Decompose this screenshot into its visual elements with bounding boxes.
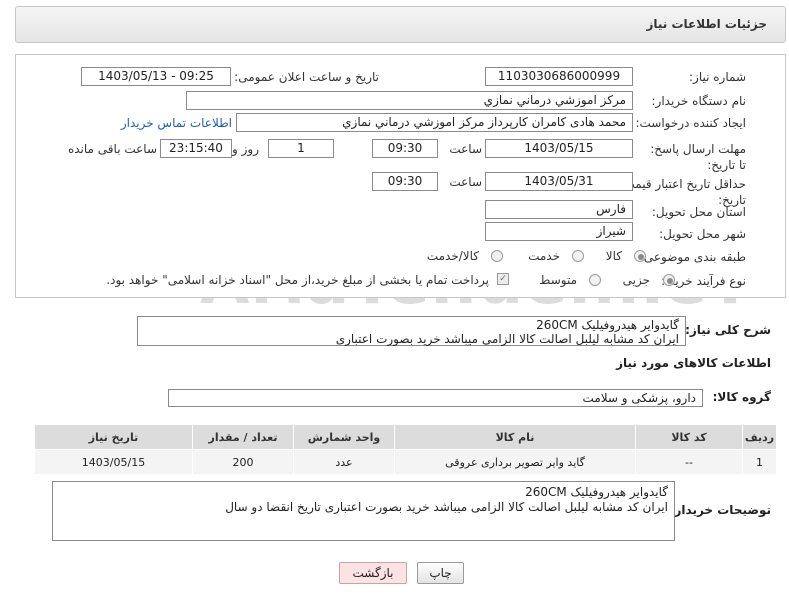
cell-unit: عدد	[293, 449, 395, 475]
reply-date-field[interactable]: 1403/05/15	[485, 139, 633, 158]
col-item-code: کد کالا	[635, 424, 743, 450]
details-header: جزئیات اطلاعات نیاز	[15, 6, 786, 43]
summary-line-2: ایران کد مشابه لیلبل اصالت کالا الزامی م…	[335, 332, 679, 346]
reply-time-field[interactable]: 09:30	[372, 139, 438, 158]
days-field[interactable]: 1	[268, 139, 334, 158]
category-radio-service[interactable]	[572, 250, 584, 262]
creator-field[interactable]: محمد هادی کامران کارپرداز مرکز اموزشي در…	[236, 113, 633, 132]
cell-row-no: 1	[742, 449, 777, 475]
print-button[interactable]: چاپ	[417, 562, 464, 584]
announce-date-field[interactable]: 1403/05/13 - 09:25	[81, 67, 231, 86]
buyer-notes-line-2: ایران کد مشابه لیلبل اصالت کالا الزامی م…	[225, 500, 668, 514]
treasury-payment-checkbox[interactable]: ✓	[497, 273, 509, 285]
validity-date-field[interactable]: 1403/05/31	[485, 172, 633, 191]
col-need-date: تاریخ نیاز	[34, 424, 193, 450]
buyer-org-field[interactable]: مرکز اموزشي درماني نمازي	[186, 91, 633, 110]
summary-line-1: گایدوایر هیدروفیلیک 260CM	[536, 318, 679, 332]
cell-quantity: 200	[192, 449, 294, 475]
back-button[interactable]: بازگشت	[339, 562, 407, 584]
category-option-goods: کالا	[605, 249, 622, 263]
buyer-notes-label: توضیحات خریدار:	[669, 503, 771, 517]
table-row: 1 -- گاید وایر تصویر برداری عروقی عدد 20…	[34, 449, 777, 475]
category-option-goods-service: کالا/خدمت	[426, 249, 479, 263]
days-label: روز و	[232, 142, 259, 156]
remaining-time-field[interactable]: 23:15:40	[160, 139, 232, 158]
validity-time-field[interactable]: 09:30	[372, 172, 438, 191]
need-number-field[interactable]: 1103030686000999	[485, 67, 633, 86]
reply-time-label: ساعت	[449, 142, 482, 156]
province-label: استان محل تحویل:	[651, 205, 746, 219]
remaining-time-label: ساعت باقی مانده	[67, 142, 157, 156]
col-row-no: ردیف	[742, 424, 777, 450]
buyer-org-label: نام دستگاه خریدار:	[651, 94, 747, 108]
city-label: شهر محل تحویل:	[659, 227, 746, 241]
process-radio-medium[interactable]	[589, 274, 601, 286]
summary-textarea[interactable]: گایدوایر هیدروفیلیک 260CM ایران کد مشابه…	[137, 316, 686, 346]
cell-item-code: --	[635, 449, 743, 475]
buyer-contact-link[interactable]: اطلاعات تماس خریدار	[121, 116, 232, 130]
validity-time-label: ساعت	[449, 175, 482, 189]
buyer-notes-line-1: گایدوایر هیدروفیلیک 260CM	[525, 485, 668, 499]
need-number-label: شماره نیاز:	[689, 70, 746, 84]
page-title: جزئیات اطلاعات نیاز	[646, 17, 767, 31]
col-item-name: نام کالا	[394, 424, 636, 450]
reply-deadline-label: مهلت ارسال پاسخ: تا تاریخ:	[650, 142, 746, 172]
goods-group-label: گروه کالا:	[712, 390, 771, 404]
treasury-payment-note: پرداخت تمام یا بخشی از مبلغ خرید،از محل …	[106, 273, 489, 287]
cell-item-name: گاید وایر تصویر برداری عروقی	[394, 449, 636, 475]
creator-label: ایجاد کننده درخواست:	[635, 116, 746, 130]
province-field[interactable]: فارس	[485, 200, 633, 219]
process-option-medium: متوسط	[539, 273, 577, 287]
col-unit: واحد شمارش	[293, 424, 395, 450]
buyer-notes-textarea[interactable]: گایدوایر هیدروفیلیک 260CM ایران کد مشابه…	[52, 481, 675, 541]
goods-section-title: اطلاعات کالاهای مورد نیاز	[616, 356, 771, 370]
process-option-minor: جزیی	[622, 273, 650, 287]
announce-date-label: تاریخ و ساعت اعلان عمومی:	[234, 70, 379, 84]
goods-table-header: ردیف کد کالا نام کالا واحد شمارش تعداد /…	[34, 424, 777, 450]
category-radio-goods[interactable]	[634, 250, 646, 262]
col-quantity: تعداد / مقدار	[192, 424, 294, 450]
summary-label: شرح کلی نیاز:	[685, 323, 771, 337]
category-label: طبقه بندی موضوعی:	[639, 250, 746, 264]
category-radio-goods-service[interactable]	[491, 250, 503, 262]
city-field[interactable]: شیراز	[485, 222, 633, 241]
goods-group-field[interactable]: دارو، پزشکی و سلامت	[168, 389, 703, 407]
process-radio-minor[interactable]	[663, 274, 675, 286]
goods-table: ردیف کد کالا نام کالا واحد شمارش تعداد /…	[34, 424, 777, 475]
category-option-service: خدمت	[528, 249, 560, 263]
cell-need-date: 1403/05/15	[34, 449, 193, 475]
